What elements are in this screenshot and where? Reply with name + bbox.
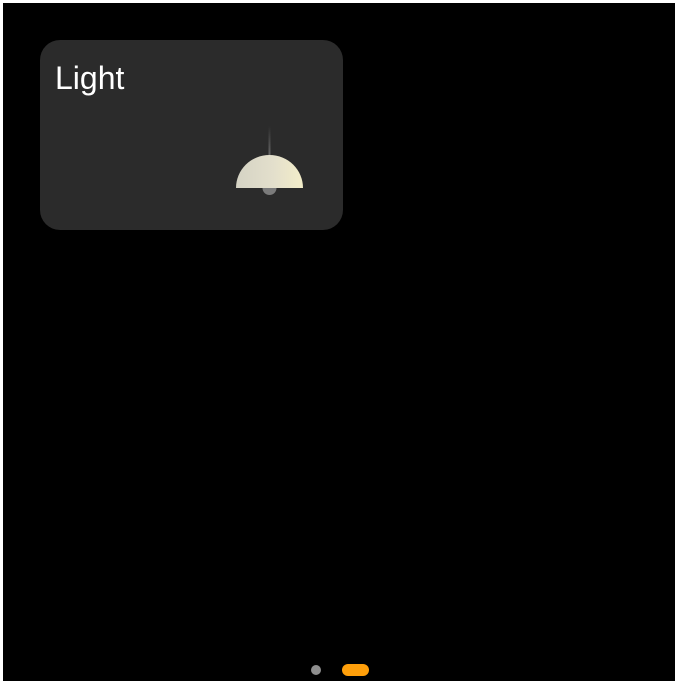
light-tile[interactable]: Light <box>40 40 343 230</box>
light-tile-title: Light <box>55 60 125 96</box>
pendant-lamp-icon <box>236 126 303 195</box>
page-1-dot[interactable] <box>311 665 321 675</box>
dashboard-screen: Light <box>3 3 675 681</box>
page-2-dot-active[interactable] <box>342 664 369 676</box>
page-indicator <box>3 664 675 676</box>
